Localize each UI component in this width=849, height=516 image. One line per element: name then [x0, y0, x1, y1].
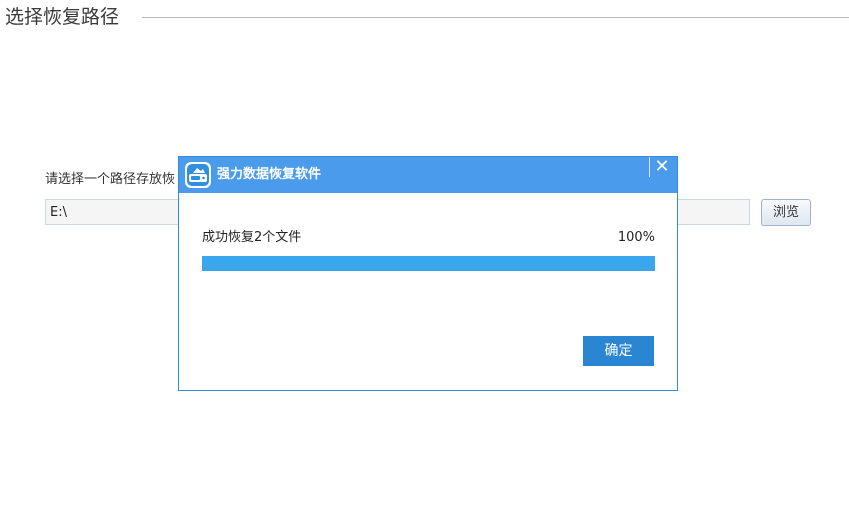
progress-percent: 100%	[617, 230, 655, 245]
browse-button[interactable]: 浏览	[761, 199, 811, 226]
progress-bar	[202, 256, 655, 271]
recovery-complete-dialog: 强力数据恢复软件 ✕ 成功恢复2个文件 100% 确定	[178, 156, 678, 391]
close-separator	[649, 157, 650, 177]
path-prompt-label: 请选择一个路径存放恢	[45, 172, 176, 187]
confirm-button[interactable]: 确定	[583, 336, 654, 366]
recovery-path-page: 选择恢复路径 请选择一个路径存放恢 浏览 强力数据恢复软件 ✕ 成功恢复2个文件…	[0, 0, 849, 516]
hard-drive-icon	[185, 162, 211, 188]
section-title: 选择恢复路径	[5, 6, 120, 28]
progress-bar-fill	[202, 256, 655, 271]
dialog-titlebar[interactable]: 强力数据恢复软件 ✕	[179, 157, 677, 193]
close-icon[interactable]: ✕	[651, 157, 673, 177]
section-divider	[142, 17, 849, 18]
recovery-status-text: 成功恢复2个文件	[202, 230, 302, 245]
dialog-title: 强力数据恢复软件	[217, 167, 322, 182]
